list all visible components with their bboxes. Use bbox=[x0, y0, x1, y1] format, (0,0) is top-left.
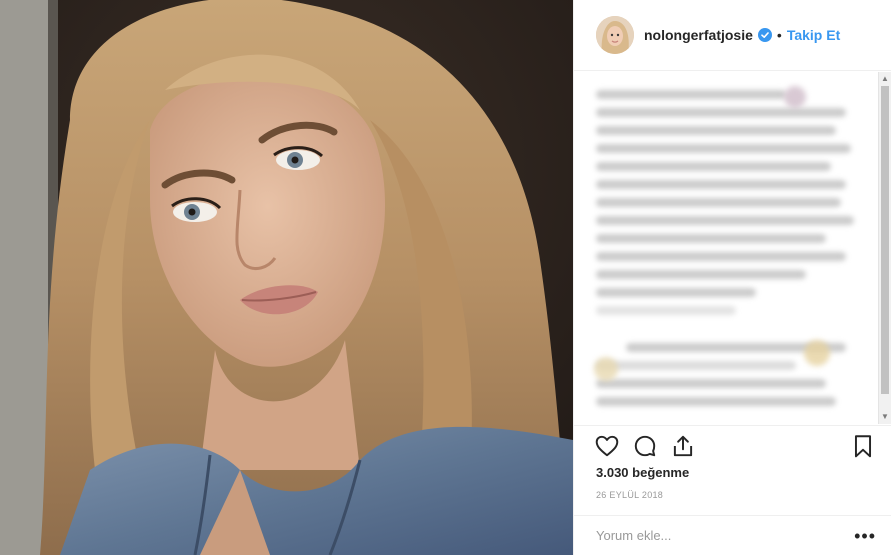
action-bar bbox=[574, 425, 891, 466]
comments-scrollbar[interactable]: ▲ ▼ bbox=[878, 72, 891, 424]
instagram-post: nolongerfatjosie • Takip Et ▲ ▼ 3.030 be… bbox=[0, 0, 891, 555]
verified-badge-icon bbox=[757, 28, 772, 42]
separator-dot: • bbox=[776, 27, 782, 43]
post-sidebar: nolongerfatjosie • Takip Et ▲ ▼ 3.030 be… bbox=[573, 0, 891, 555]
scroll-up-icon[interactable]: ▲ bbox=[881, 75, 889, 83]
blurred-avatar bbox=[594, 357, 618, 381]
heart-icon[interactable] bbox=[594, 433, 620, 459]
portrait-image bbox=[0, 0, 573, 555]
post-photo[interactable] bbox=[0, 0, 573, 555]
avatar-image bbox=[596, 16, 634, 54]
avatar[interactable] bbox=[596, 16, 634, 54]
scroll-thumb[interactable] bbox=[881, 86, 889, 394]
comment-input[interactable] bbox=[596, 528, 855, 543]
post-date[interactable]: 26 EYLÜL 2018 bbox=[596, 490, 663, 500]
comment-icon[interactable] bbox=[632, 433, 658, 459]
share-icon[interactable] bbox=[670, 433, 696, 459]
like-count[interactable]: 3.030 beğenme bbox=[596, 465, 689, 480]
username-link[interactable]: nolongerfatjosie bbox=[644, 27, 753, 43]
scroll-down-icon[interactable]: ▼ bbox=[881, 413, 889, 421]
blurred-emoji bbox=[804, 340, 830, 366]
more-options-icon[interactable]: ••• bbox=[854, 527, 876, 545]
blurred-avatar bbox=[784, 86, 806, 108]
follow-button[interactable]: Takip Et bbox=[787, 27, 840, 43]
bookmark-icon[interactable] bbox=[850, 433, 876, 459]
post-header: nolongerfatjosie • Takip Et bbox=[574, 0, 891, 71]
comments-area[interactable] bbox=[574, 72, 890, 425]
comment-bar: ••• bbox=[574, 515, 891, 555]
